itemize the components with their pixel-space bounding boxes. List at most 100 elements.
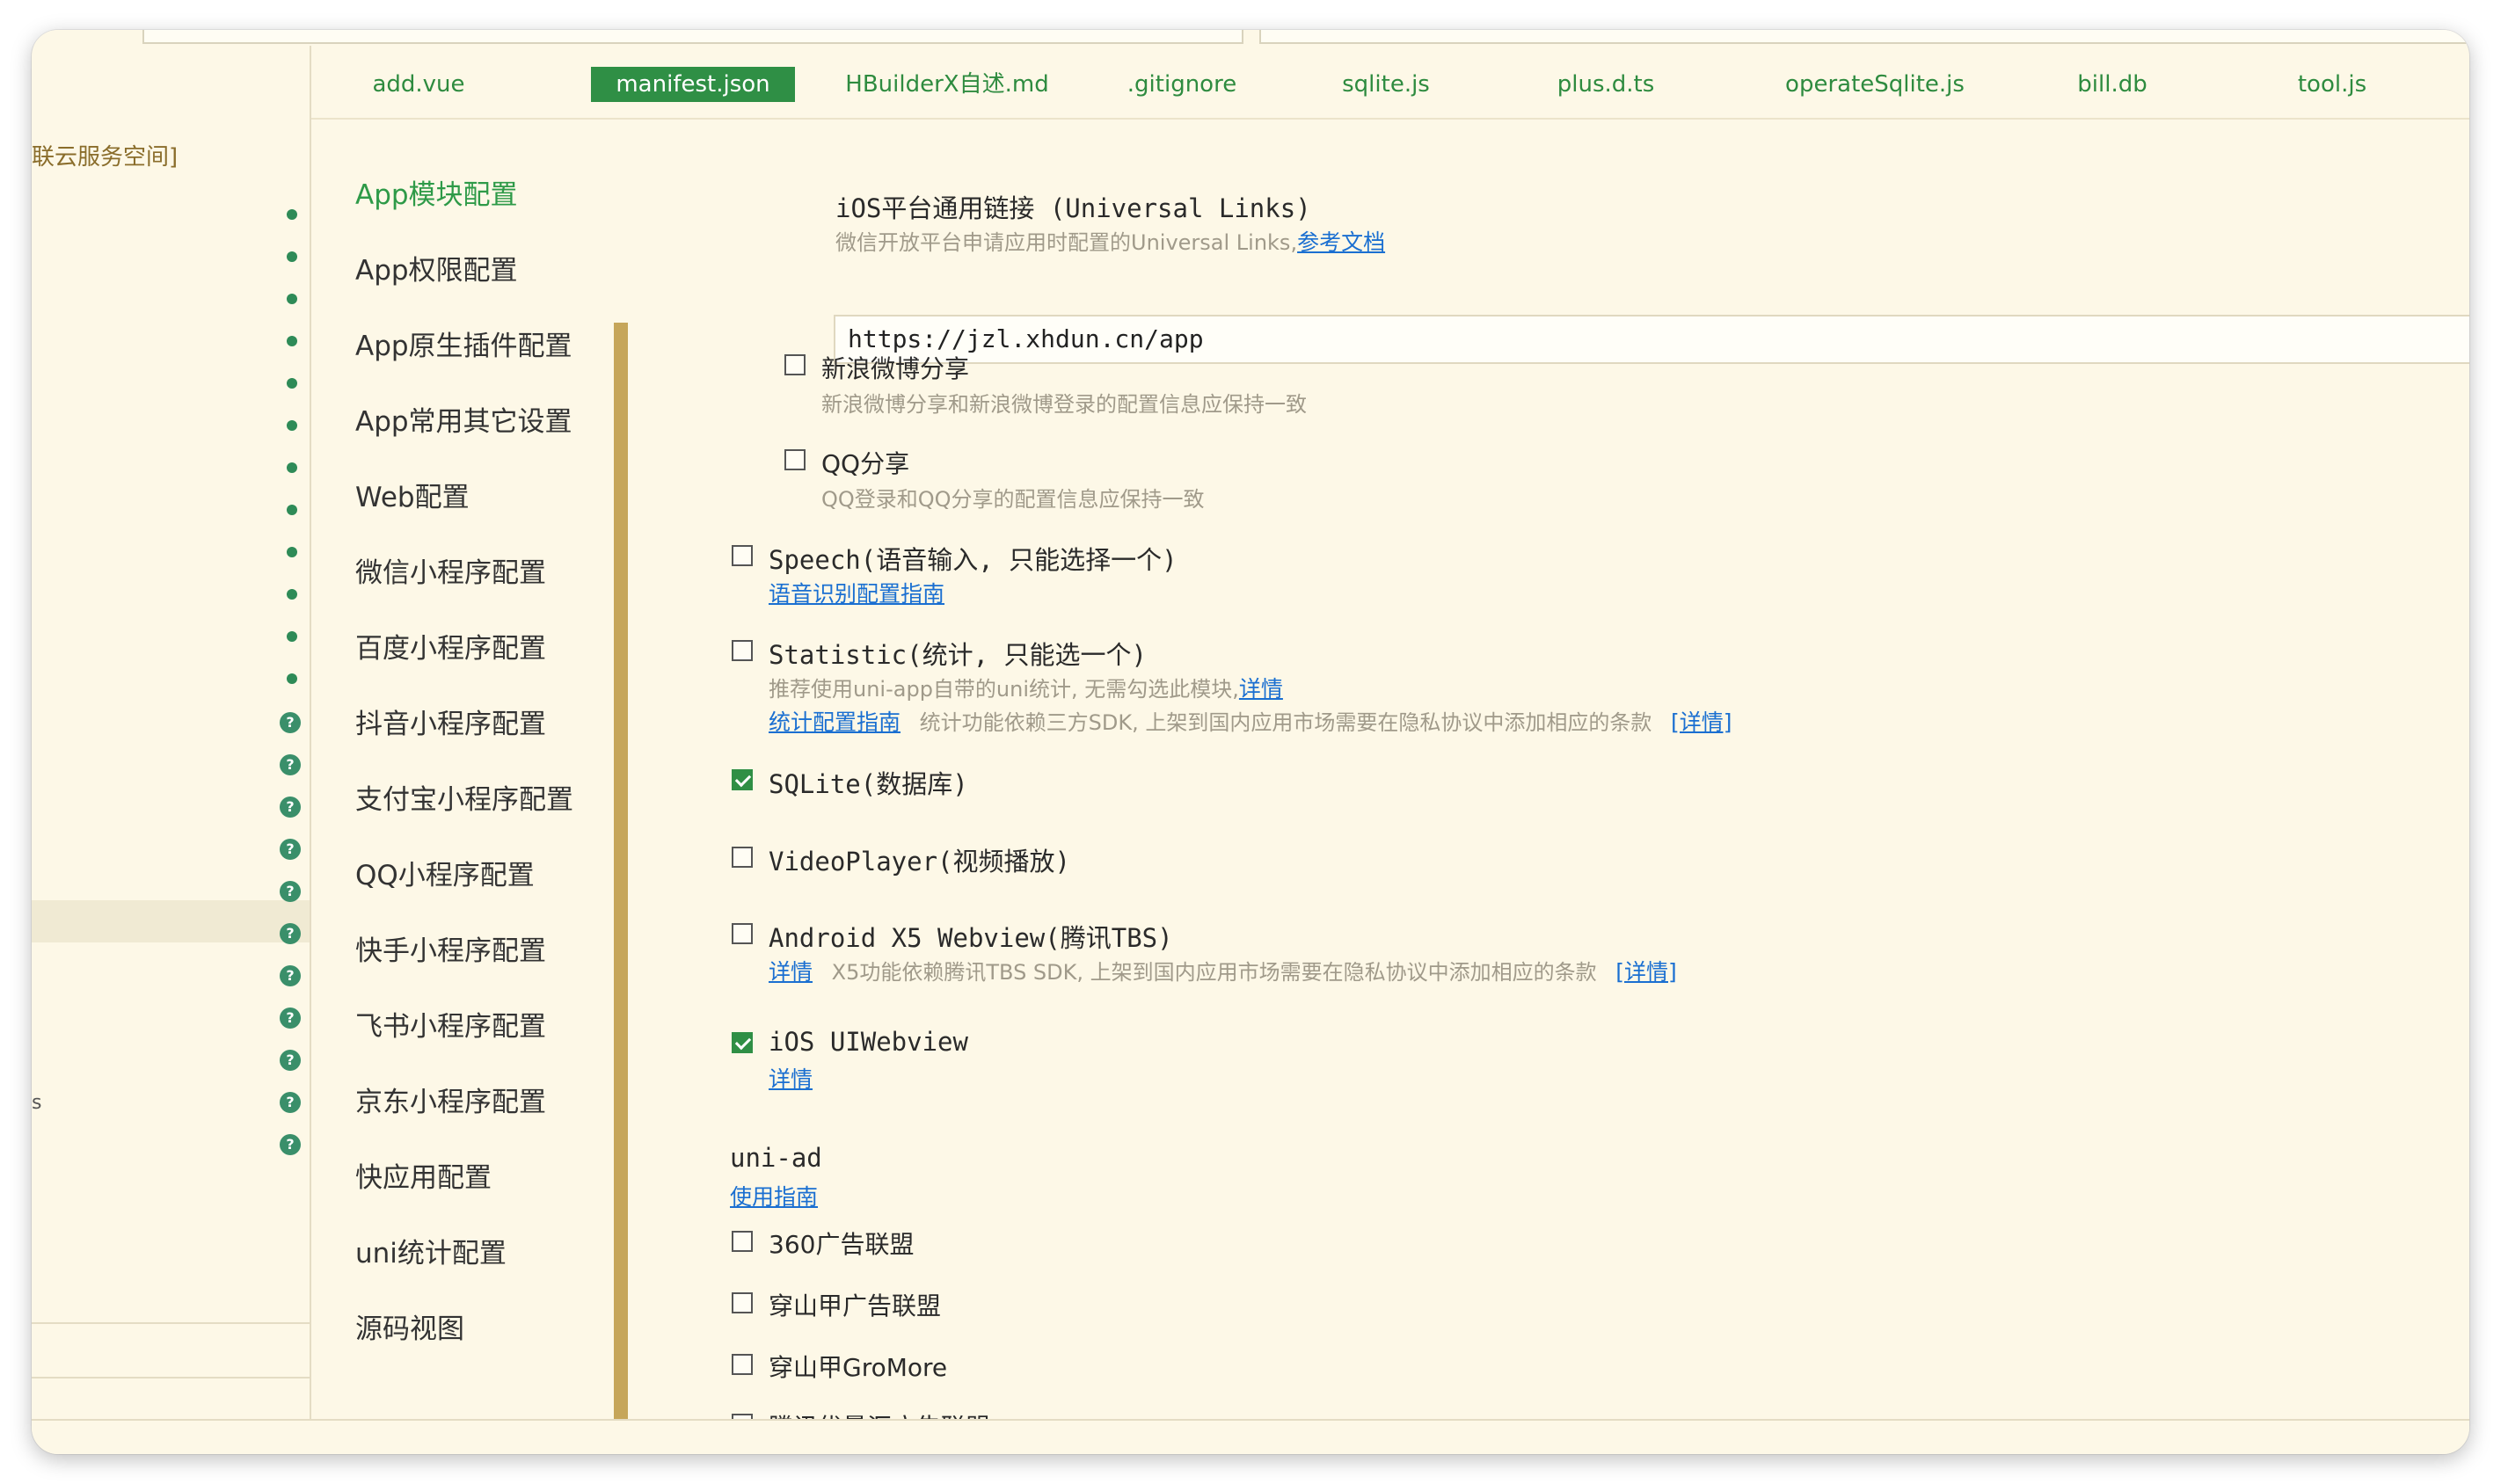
tree-status-dot [287,631,297,642]
tree-root-label[interactable]: 联云服务空间] [32,139,178,171]
help-icon[interactable]: ? [280,965,301,986]
weibo-share-checkbox[interactable] [784,354,806,375]
qq-share-desc: QQ登录和QQ分享的配置信息应保持一致 [821,487,1205,512]
editor-window: 联云服务空间] ? ? ? ? ? ? ? ? ? ? ? s add.vue … [32,30,2469,1454]
universal-links-desc-text: 微信开放平台申请应用时配置的Universal Links, [835,230,1298,255]
editor-tabs: add.vue manifest.json HBuilderX自述.md .gi… [311,46,2469,120]
status-bar [32,1419,2469,1454]
tree-status-dot [287,673,297,684]
uniad-title: uni-ad [730,1143,822,1173]
nav-item-source-view[interactable]: 源码视图 [355,1306,464,1346]
tree-status-dot [287,462,297,473]
nav-item-web[interactable]: Web配置 [355,475,470,514]
statistic-desc-text: 推荐使用uni-app自带的uni统计, 无需勾选此模块, [769,677,1239,702]
universal-links-title: iOS平台通用链接 (Universal Links) [835,193,1311,223]
statistic-label: Statistic(统计, 只能选一个) [769,640,1147,670]
statistic-more-link[interactable]: [详情] [1671,709,1732,735]
tree-status-dot [287,589,297,600]
tree-status-dot [287,378,297,389]
top-input-right[interactable] [1259,30,2469,44]
nav-item-kuaishou-mp[interactable]: 快手小程序配置 [355,928,546,968]
tab-manifest-json[interactable]: manifest.json [591,67,795,102]
tree-status-dot [287,420,297,431]
nav-item-feishu-mp[interactable]: 飞书小程序配置 [355,1004,546,1044]
help-icon[interactable]: ? [280,839,301,860]
tree-side-mark: s [32,1092,42,1114]
divider [32,1322,310,1324]
help-icon[interactable]: ? [280,881,301,902]
uiwebview-label: iOS UIWebview [769,1027,968,1057]
nav-item-jd-mp[interactable]: 京东小程序配置 [355,1080,546,1119]
tab-operatesqlite-js[interactable]: operateSqlite.js [1752,67,1998,102]
help-icon[interactable]: ? [280,1008,301,1029]
tree-status-dot [287,294,297,304]
tab-sqlite-js[interactable]: sqlite.js [1298,67,1474,102]
qq-share-checkbox[interactable] [784,449,806,470]
nav-item-uni-stat[interactable]: uni统计配置 [355,1231,507,1270]
videoplayer-checkbox[interactable] [732,847,753,868]
statistic-checkbox[interactable] [732,640,753,661]
tree-selected-row[interactable] [32,900,310,942]
nav-item-qq-mp[interactable]: QQ小程序配置 [355,853,535,892]
help-icon[interactable]: ? [280,1134,301,1155]
ad-ylh-label: 腾讯优量汇广告联盟 [769,1408,990,1419]
nav-item-app-other-settings[interactable]: App常用其它设置 [355,399,572,439]
file-tree: 联云服务空间] ? ? ? ? ? ? ? ? ? ? ? s [32,46,311,1419]
sqlite-label: SQLite(数据库) [769,769,968,799]
ad-360-checkbox[interactable] [732,1231,753,1252]
settings-nav: App模块配置 App权限配置 App原生插件配置 App常用其它设置 Web配… [311,118,645,1419]
nav-item-app-permissions[interactable]: App权限配置 [355,248,518,287]
nav-item-quickapp[interactable]: 快应用配置 [355,1155,492,1195]
nav-scrollbar[interactable] [614,323,628,1419]
ad-360-label: 360广告联盟 [769,1230,915,1259]
x5-webview-checkbox[interactable] [732,923,753,944]
universal-links-input[interactable]: https://jzl.xhdun.cn/app [834,315,2469,364]
nav-item-douyin-mp[interactable]: 抖音小程序配置 [355,702,546,741]
tab-add-vue[interactable]: add.vue [357,67,480,102]
nav-item-app-modules[interactable]: App模块配置 [355,172,518,212]
universal-links-desc: 微信开放平台申请应用时配置的Universal Links,参考文档 [835,225,1385,257]
nav-item-app-native-plugins[interactable]: App原生插件配置 [355,324,572,363]
ad-csj-checkbox[interactable] [732,1292,753,1313]
tab-plus-dts[interactable]: plus.d.ts [1518,67,1694,102]
tree-status-dot [287,251,297,262]
help-icon[interactable]: ? [280,1050,301,1071]
help-icon[interactable]: ? [280,797,301,818]
statistic-detail-link[interactable]: 详情 [1239,676,1283,702]
help-icon[interactable]: ? [280,754,301,775]
top-strip [32,30,2469,46]
tab-tool-js[interactable]: tool.js [2244,67,2420,102]
tab-hbuilderx-readme[interactable]: HBuilderX自述.md [820,67,1075,102]
nav-item-weixin-mp[interactable]: 微信小程序配置 [355,550,546,590]
ad-gromore-checkbox[interactable] [732,1354,753,1375]
uiwebview-checkbox[interactable] [732,1032,753,1053]
tab-bill-db[interactable]: bill.db [2024,67,2200,102]
help-icon[interactable]: ? [280,1092,301,1113]
weibo-share-desc: 新浪微博分享和新浪微博登录的配置信息应保持一致 [821,392,1307,417]
videoplayer-label: VideoPlayer(视频播放) [769,847,1070,877]
x5-webview-desc-row: 详情 X5功能依赖腾讯TBS SDK, 上架到国内应用市场需要在隐私协议中添加相… [769,955,1677,986]
tree-status-dot [287,505,297,515]
ad-gromore-label: 穿山甲GroMore [769,1353,948,1382]
nav-item-alipay-mp[interactable]: 支付宝小程序配置 [355,777,573,817]
help-icon[interactable]: ? [280,923,301,944]
reference-doc-link[interactable]: 参考文档 [1297,229,1385,255]
speech-label: Speech(语音输入, 只能选择一个) [769,545,1178,575]
x5-desc: X5功能依赖腾讯TBS SDK, 上架到国内应用市场需要在隐私协议中添加相应的条… [831,960,1597,985]
nav-item-baidu-mp[interactable]: 百度小程序配置 [355,626,546,666]
statistic-guide-link[interactable]: 统计配置指南 [769,709,901,735]
tab-gitignore[interactable]: .gitignore [1094,67,1270,102]
uiwebview-detail-link[interactable]: 详情 [769,1062,813,1094]
module-config-panel: iOS平台通用链接 (Universal Links) 微信开放平台申请应用时配… [647,118,2469,1419]
x5-detail-link[interactable]: 详情 [769,959,813,985]
speech-guide-link[interactable]: 语音识别配置指南 [769,577,944,608]
speech-checkbox[interactable] [732,545,753,566]
uniad-guide-link[interactable]: 使用指南 [730,1180,818,1211]
tree-status-dot [287,209,297,220]
x5-webview-label: Android X5 Webview(腾讯TBS) [769,923,1173,953]
top-input-left[interactable] [142,30,1243,44]
weibo-share-label: 新浪微博分享 [821,354,970,383]
sqlite-checkbox[interactable] [732,769,753,790]
help-icon[interactable]: ? [280,712,301,733]
x5-more-link[interactable]: [详情] [1615,959,1677,985]
